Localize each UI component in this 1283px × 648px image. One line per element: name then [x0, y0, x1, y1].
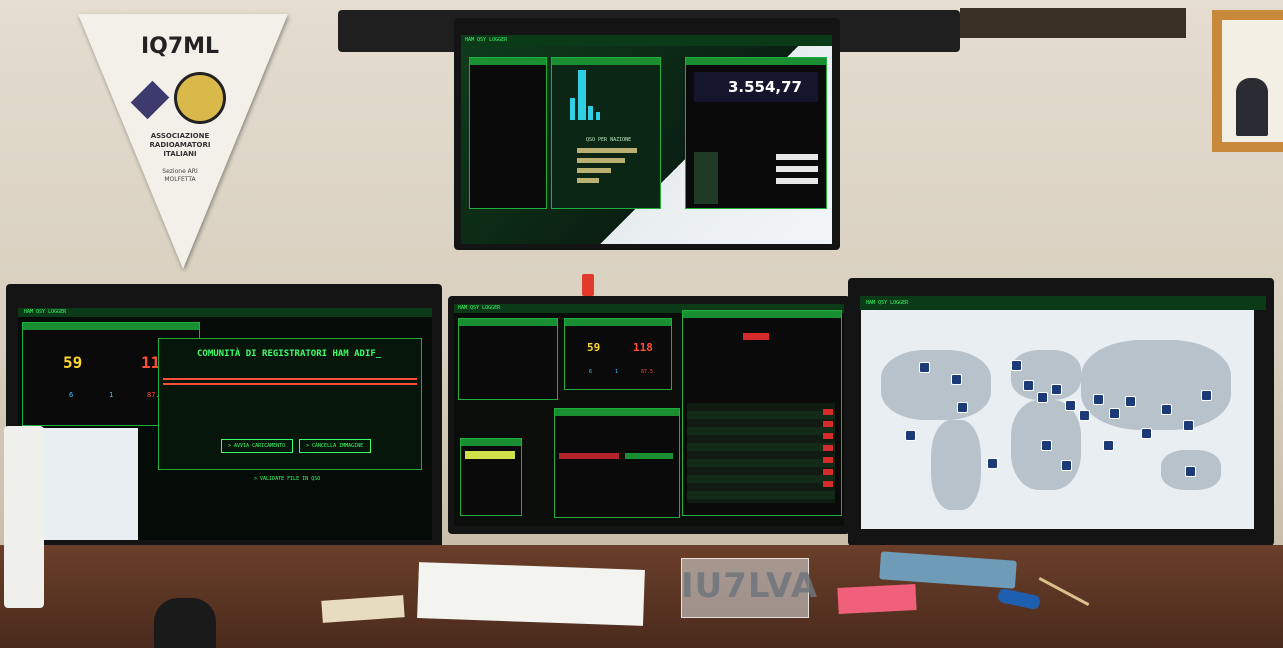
upload-button-label: > AVVIA CARICAMENTO — [228, 443, 286, 449]
callsign-text: IU7LVA — [681, 566, 819, 606]
pennant-callsign: IQ7ML — [140, 34, 220, 59]
center-monitor: HAM QSY LOGGER 59 118 6 1 87.5 — [448, 296, 850, 534]
top-header-title: HAM QSY LOGGER — [465, 37, 508, 43]
pennant-seal-icon — [174, 72, 226, 124]
left-sub-left: 6 — [69, 391, 74, 399]
center-sub-left: 6 — [589, 369, 593, 375]
pennant-association: ASSOCIAZIONE RADIOAMATORI ITALIANI — [149, 132, 211, 158]
pennant-location: Sezione ARI MOLFETTA — [162, 168, 198, 183]
top-panel-sidebar — [469, 57, 547, 209]
center-header-title: HAM QSY LOGGER — [458, 305, 501, 311]
top-monitor: HAM QSY LOGGER QSO PER NAZIONE 3.554,77 — [454, 18, 840, 250]
paper-sheet — [417, 562, 645, 626]
center-panel-log — [682, 310, 842, 516]
right-header-title: HAM QSY LOGGER — [866, 300, 909, 306]
center-panel-1 — [458, 318, 558, 400]
picture-frame-top — [960, 8, 1186, 38]
left-header-title: HAM QSY LOGGER — [24, 309, 67, 315]
top-chart-title: QSO PER NAZIONE — [586, 137, 632, 143]
top-frequency-value: 3.554,77 — [727, 78, 802, 96]
mouse — [154, 598, 216, 648]
left-upload-panel: COMUNITÀ DI REGISTRATORI HAM ADIF_ > AVV… — [158, 338, 422, 470]
upload-button[interactable]: > AVVIA CARICAMENTO — [221, 439, 293, 453]
left-monitor: HAM QSY LOGGER 59 118 6 1 87.5 COMUNITÀ … — [6, 284, 442, 562]
clear-button[interactable]: > CANCELLA IMMAGINE — [299, 439, 371, 453]
world-map — [861, 310, 1254, 529]
center-panel-controls — [554, 408, 680, 518]
side-device — [4, 426, 44, 608]
center-sub-right: 87.5 — [641, 369, 654, 375]
sticky-note — [837, 583, 917, 615]
top-panel-chart: QSO PER NAZIONE — [551, 57, 661, 209]
portrait-person — [1236, 78, 1268, 136]
top-header-bar: HAM QSY LOGGER — [461, 35, 832, 46]
left-validate-link[interactable]: > VALIDATE FILE IN QSO — [254, 476, 320, 482]
top-panel-frequency: 3.554,77 — [685, 57, 827, 209]
power-switch-icon — [582, 274, 594, 296]
center-score-panel: 59 118 6 1 87.5 — [564, 318, 672, 390]
center-score-left: 59 — [587, 341, 601, 354]
left-score-left: 59 — [63, 353, 83, 372]
clear-button-label: > CANCELLA IMMAGINE — [306, 443, 364, 449]
center-sub-mid: 1 — [615, 369, 619, 375]
center-score-right: 118 — [633, 341, 653, 354]
left-sub-mid: 1 — [109, 391, 114, 399]
left-title: COMUNITÀ DI REGISTRATORI HAM ADIF_ — [197, 349, 382, 359]
center-panel-small — [460, 438, 522, 516]
